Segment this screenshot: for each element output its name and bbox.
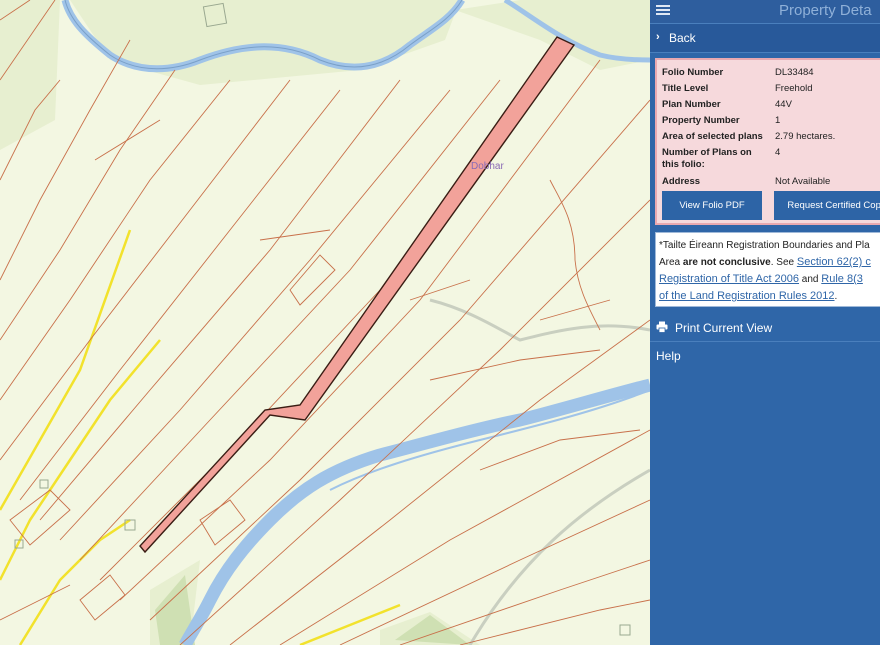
detail-value: 2.79 hectares. (775, 131, 836, 142)
print-current-view-button[interactable]: Print Current View (650, 315, 880, 342)
hamburger-icon[interactable] (656, 3, 670, 17)
note-text: Area (659, 257, 683, 268)
detail-label: Plan Number (662, 99, 721, 110)
note-text: and (799, 274, 822, 285)
detail-label: Folio Number (662, 67, 724, 78)
printer-icon (656, 321, 668, 333)
back-button[interactable]: › Back (650, 24, 880, 53)
detail-value: Not Available (775, 176, 831, 187)
detail-label: Title Level (662, 83, 709, 94)
registration-act-link[interactable]: Registration of Title Act 2006 (659, 273, 799, 285)
detail-value: 1 (775, 115, 781, 126)
rule-8-link[interactable]: Rule 8(3 (821, 273, 863, 285)
detail-value: 44V (775, 99, 792, 110)
disclaimer-note: *Tailte Éireann Registration Boundaries … (655, 232, 880, 307)
note-line-1: *Tailte Éireann Registration Boundaries … (659, 237, 880, 254)
chevron-right-icon: › (656, 31, 660, 43)
detail-label: Number of Plans on this folio: (662, 147, 752, 170)
panel-title: Property Deta (779, 2, 872, 19)
detail-label: Area of selected plans (662, 131, 763, 142)
map-canvas[interactable] (0, 0, 650, 645)
note-emphasis: are not conclusive (682, 257, 771, 268)
note-text: . (834, 291, 838, 302)
note-text: . See (770, 257, 797, 268)
property-details-panel: Property Deta › Back Folio Number DL3348… (650, 0, 880, 645)
request-certified-copy-button[interactable]: Request Certified Copy (774, 191, 880, 220)
note-line-2: Area are not conclusive. See Section 62(… (659, 254, 880, 271)
detail-value: Freehold (775, 83, 813, 94)
detail-value: 4 (775, 147, 781, 158)
land-registration-rules-link[interactable]: of the Land Registration Rules 2012 (659, 290, 835, 302)
note-line-4: of the Land Registration Rules 2012. (659, 288, 880, 305)
back-label: Back (669, 31, 696, 45)
note-text: *Tailte Éireann Registration Boundaries … (659, 240, 870, 251)
section-62-link[interactable]: Section 62(2) c (797, 256, 871, 268)
view-folio-pdf-button[interactable]: View Folio PDF (662, 191, 762, 220)
help-link[interactable]: Help (656, 349, 681, 363)
place-label: Dobhar (471, 161, 504, 172)
note-line-3: Registration of Title Act 2006 and Rule … (659, 271, 880, 288)
detail-label: Address (662, 176, 701, 187)
print-label: Print Current View (675, 321, 773, 335)
detail-value: DL33484 (775, 67, 814, 78)
folio-details-card: Folio Number DL33484 Title Level Freehol… (655, 58, 880, 225)
detail-label: Property Number (662, 115, 740, 126)
panel-header: Property Deta (650, 0, 880, 24)
